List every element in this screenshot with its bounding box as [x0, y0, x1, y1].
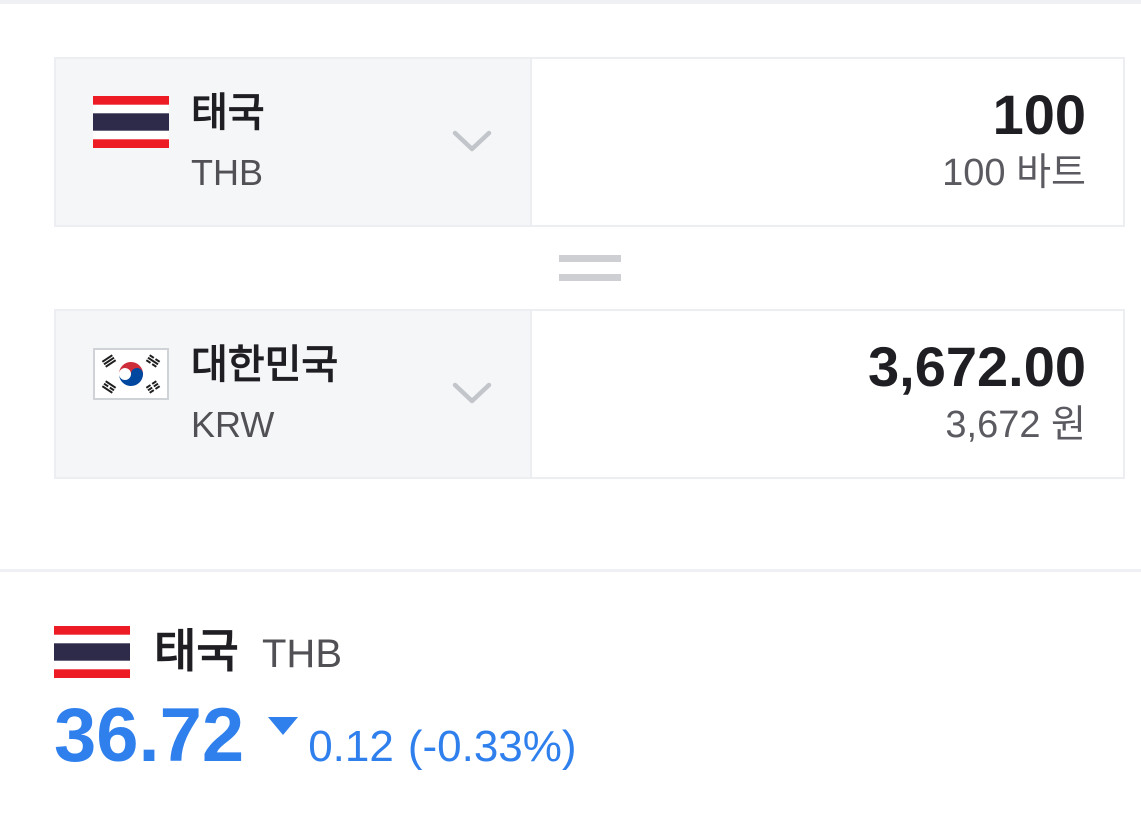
chevron-down-icon[interactable] [452, 381, 492, 405]
equals-icon [559, 255, 621, 283]
to-country-name: 대한민국 [191, 343, 339, 387]
rate-change-percent: (-0.33%) [407, 722, 577, 771]
from-currency-row: 태국 THB 100 100 바트 [54, 57, 1125, 227]
exchange-rate-value: 36.72 [54, 693, 245, 778]
south-korea-flag-icon [93, 348, 169, 400]
to-currency-row: 대한민국 KRW 3,672.00 3,672 원 [54, 309, 1125, 479]
from-currency-code: THB [191, 152, 263, 193]
to-amount-text: 3,672 원 [945, 404, 1086, 446]
rate-change-amount: 0.12 [308, 722, 394, 771]
from-amount-area[interactable]: 100 100 바트 [532, 59, 1123, 225]
from-amount-input[interactable]: 100 [993, 81, 1086, 148]
to-amount-value[interactable]: 3,672.00 [868, 333, 1086, 400]
rate-currency-code: THB [262, 632, 342, 676]
chevron-down-icon[interactable] [452, 129, 492, 153]
to-amount-area[interactable]: 3,672.00 3,672 원 [532, 311, 1123, 477]
from-currency-select[interactable]: 태국 THB [56, 59, 532, 225]
to-currency-code: KRW [191, 404, 275, 445]
rate-line: 36.72 0.12 (-0.33%) [54, 694, 577, 784]
rate-country-name: 태국 [154, 625, 239, 677]
from-country-name: 태국 [191, 91, 265, 135]
top-divider [0, 0, 1141, 4]
thailand-flag-icon [54, 626, 130, 678]
triangle-down-icon [268, 717, 299, 735]
to-currency-select[interactable]: 대한민국 KRW [56, 311, 532, 477]
from-amount-text: 100 바트 [942, 152, 1086, 194]
thailand-flag-icon [93, 96, 169, 148]
section-divider [0, 569, 1141, 572]
